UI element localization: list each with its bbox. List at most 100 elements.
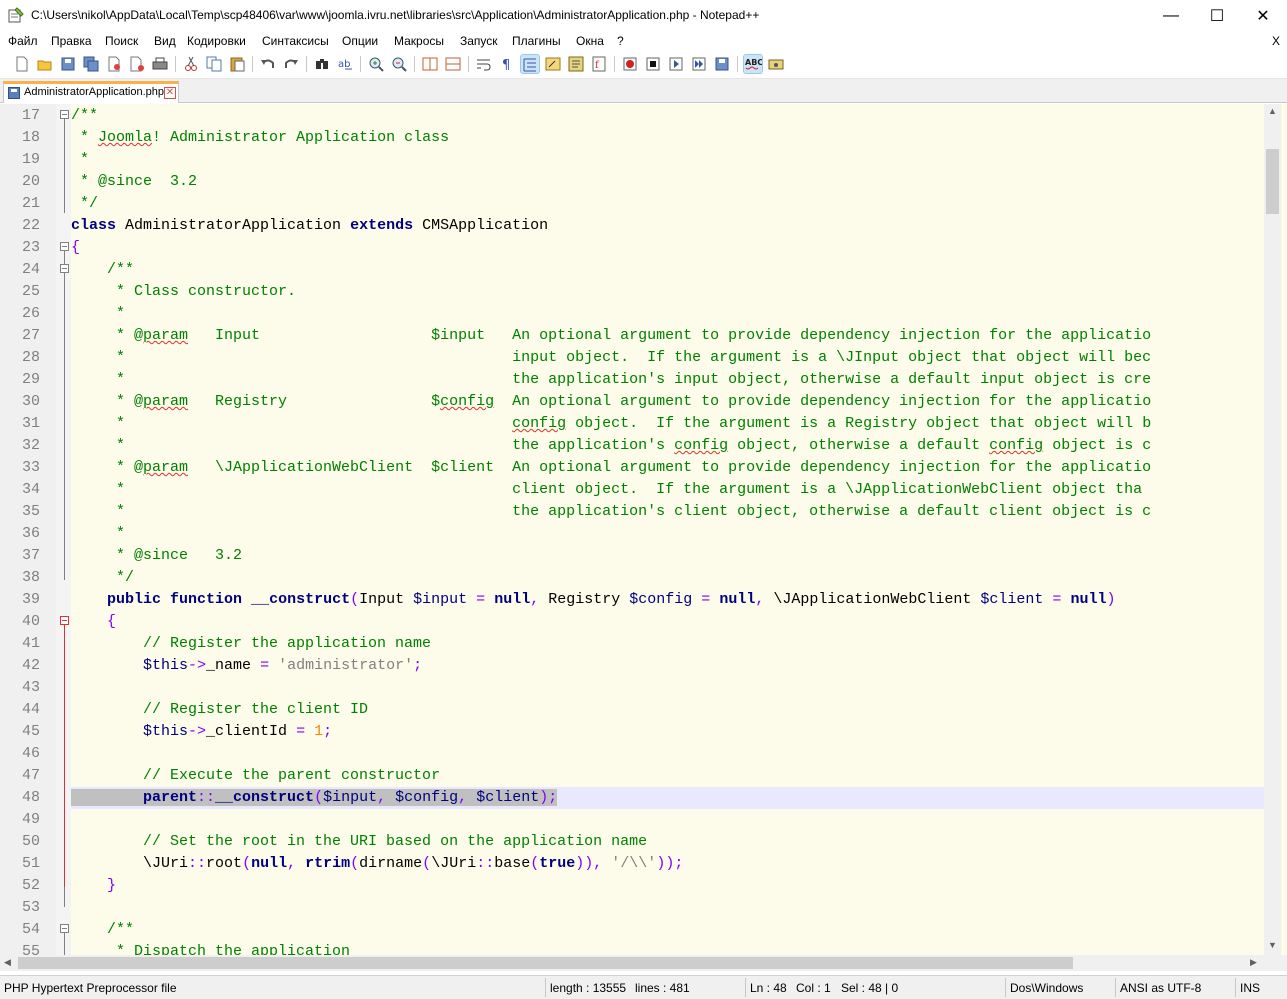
print-icon[interactable] bbox=[151, 55, 169, 73]
menu-file[interactable]: Файл bbox=[8, 34, 38, 48]
show-all-chars-icon[interactable]: ¶ bbox=[498, 55, 516, 73]
user-language-icon[interactable] bbox=[544, 55, 562, 73]
close-window-button[interactable]: ✕ bbox=[1240, 0, 1286, 31]
play-macro-icon[interactable] bbox=[667, 55, 685, 73]
code-line[interactable]: * Joomla! Administrator Application clas… bbox=[71, 127, 1264, 149]
fold-toggle-line-17[interactable] bbox=[60, 110, 69, 119]
code-line[interactable]: * the application's input object, otherw… bbox=[71, 369, 1264, 391]
menu-edit[interactable]: Правка bbox=[51, 34, 92, 48]
code-line[interactable]: */ bbox=[71, 193, 1264, 215]
menu-encoding[interactable]: Кодировки bbox=[187, 34, 246, 48]
code-line[interactable]: * the application's config object, other… bbox=[71, 435, 1264, 457]
code-line[interactable]: * bbox=[71, 149, 1264, 171]
code-line[interactable]: * the application's client object, other… bbox=[71, 501, 1264, 523]
scroll-up-arrow-icon[interactable]: ▲ bbox=[1268, 106, 1277, 116]
vertical-scroll-thumb[interactable] bbox=[1266, 149, 1279, 214]
undo-icon[interactable] bbox=[259, 55, 277, 73]
code-line[interactable]: /** bbox=[71, 259, 1264, 281]
menu-run[interactable]: Запуск bbox=[460, 34, 498, 48]
code-line[interactable]: * @param Input $input An optional argume… bbox=[71, 325, 1264, 347]
code-line[interactable]: * @param \JApplicationWebClient $client … bbox=[71, 457, 1264, 479]
code-line-current[interactable]: parent::__construct($input, $config, $cl… bbox=[71, 787, 1264, 809]
code-line[interactable]: * client object. If the argument is a \J… bbox=[71, 479, 1264, 501]
code-line[interactable]: $this->_name = 'administrator'; bbox=[71, 655, 1264, 677]
close-document-button[interactable]: X bbox=[1272, 34, 1280, 48]
code-line[interactable]: * @since 3.2 bbox=[71, 545, 1264, 567]
code-line[interactable]: } bbox=[71, 875, 1264, 897]
paste-icon[interactable] bbox=[228, 55, 246, 73]
stop-record-icon[interactable] bbox=[644, 55, 662, 73]
redo-icon[interactable] bbox=[282, 55, 300, 73]
run-macro-multiple-icon[interactable] bbox=[690, 55, 708, 73]
word-wrap-icon[interactable] bbox=[475, 55, 493, 73]
code-line[interactable]: * @since 3.2 bbox=[71, 171, 1264, 193]
code-line[interactable]: * Class constructor. bbox=[71, 281, 1264, 303]
close-all-icon[interactable] bbox=[128, 55, 146, 73]
horizontal-scroll-thumb[interactable] bbox=[18, 957, 1073, 969]
fold-toggle-line-23[interactable] bbox=[60, 242, 69, 251]
minimize-button[interactable]: — bbox=[1148, 0, 1194, 31]
code-area[interactable]: /** * Joomla! Administrator Application … bbox=[71, 104, 1264, 970]
code-line[interactable]: * input object. If the argument is a \JI… bbox=[71, 347, 1264, 369]
function-list-icon[interactable]: f bbox=[590, 55, 608, 73]
open-file-icon[interactable] bbox=[36, 55, 54, 73]
save-icon[interactable] bbox=[59, 55, 77, 73]
maximize-button[interactable]: ☐ bbox=[1194, 0, 1240, 31]
code-line[interactable] bbox=[71, 743, 1264, 765]
code-line[interactable]: { bbox=[71, 237, 1264, 259]
vertical-scrollbar[interactable]: ▲ ▼ bbox=[1264, 104, 1281, 955]
sync-horizontal-icon[interactable] bbox=[444, 55, 462, 73]
menu-search[interactable]: Поиск bbox=[105, 34, 138, 48]
code-line[interactable] bbox=[71, 897, 1264, 919]
spellcheck-options-icon[interactable] bbox=[767, 55, 785, 73]
copy-icon[interactable] bbox=[205, 55, 223, 73]
code-line[interactable]: * bbox=[71, 523, 1264, 545]
code-line[interactable]: { bbox=[71, 611, 1264, 633]
menu-settings[interactable]: Опции bbox=[342, 34, 378, 48]
menu-macro[interactable]: Макросы bbox=[394, 34, 444, 48]
code-line[interactable]: // Register the client ID bbox=[71, 699, 1264, 721]
fold-toggle-line-40[interactable] bbox=[60, 616, 69, 625]
scroll-down-arrow-icon[interactable]: ▼ bbox=[1268, 940, 1277, 950]
code-line[interactable]: // Execute the parent constructor bbox=[71, 765, 1264, 787]
code-line[interactable]: // Register the application name bbox=[71, 633, 1264, 655]
code-line[interactable]: * config object. If the argument is a Re… bbox=[71, 413, 1264, 435]
code-line[interactable]: /** bbox=[71, 919, 1264, 941]
code-line[interactable]: // Set the root in the URI based on the … bbox=[71, 831, 1264, 853]
menu-window[interactable]: Окна bbox=[576, 34, 604, 48]
scroll-right-arrow-icon[interactable]: ▶ bbox=[1250, 957, 1257, 968]
save-all-icon[interactable] bbox=[82, 55, 100, 73]
zoom-in-icon[interactable] bbox=[367, 55, 385, 73]
code-line[interactable]: * bbox=[71, 303, 1264, 325]
code-editor[interactable]: 17 18 19 20 21 22 23 24 25 26 27 28 29 30 31 32 33 34 35 36… bbox=[0, 104, 1287, 970]
code-line[interactable]: /** bbox=[71, 105, 1264, 127]
close-file-icon[interactable] bbox=[105, 55, 123, 73]
code-line[interactable]: $this->_clientId = 1; bbox=[71, 721, 1264, 743]
sync-vertical-icon[interactable] bbox=[421, 55, 439, 73]
code-line[interactable] bbox=[71, 809, 1264, 831]
code-line[interactable]: \JUri::root(null, rtrim(dirname(\JUri::b… bbox=[71, 853, 1264, 875]
code-line[interactable] bbox=[71, 677, 1264, 699]
menu-language[interactable]: Синтаксисы bbox=[262, 34, 329, 48]
cut-icon[interactable] bbox=[182, 55, 200, 73]
tab-administratorapplication[interactable]: AdministratorApplication.php ✕ bbox=[3, 81, 179, 103]
zoom-out-icon[interactable] bbox=[390, 55, 408, 73]
tab-close-button[interactable]: ✕ bbox=[164, 87, 176, 99]
horizontal-scrollbar[interactable]: ◀ ▶ bbox=[0, 955, 1264, 971]
fold-toggle-line-24[interactable] bbox=[60, 264, 69, 273]
spellcheck-icon[interactable]: ABC bbox=[743, 54, 763, 74]
menu-view[interactable]: Вид bbox=[154, 34, 176, 48]
document-map-icon[interactable] bbox=[567, 55, 585, 73]
code-line[interactable]: * @param Registry $config An optional ar… bbox=[71, 391, 1264, 413]
indent-guide-icon[interactable] bbox=[520, 54, 540, 74]
fold-toggle-line-54[interactable] bbox=[60, 924, 69, 933]
record-macro-icon[interactable] bbox=[621, 55, 639, 73]
scroll-left-arrow-icon[interactable]: ◀ bbox=[4, 957, 11, 968]
code-line[interactable]: class AdministratorApplication extends C… bbox=[71, 215, 1264, 237]
find-icon[interactable] bbox=[313, 55, 331, 73]
code-line[interactable]: */ bbox=[71, 567, 1264, 589]
new-file-icon[interactable] bbox=[13, 55, 31, 73]
menu-help[interactable]: ? bbox=[617, 34, 624, 48]
menu-plugins[interactable]: Плагины bbox=[512, 34, 561, 48]
replace-icon[interactable]: ab bbox=[336, 55, 354, 73]
